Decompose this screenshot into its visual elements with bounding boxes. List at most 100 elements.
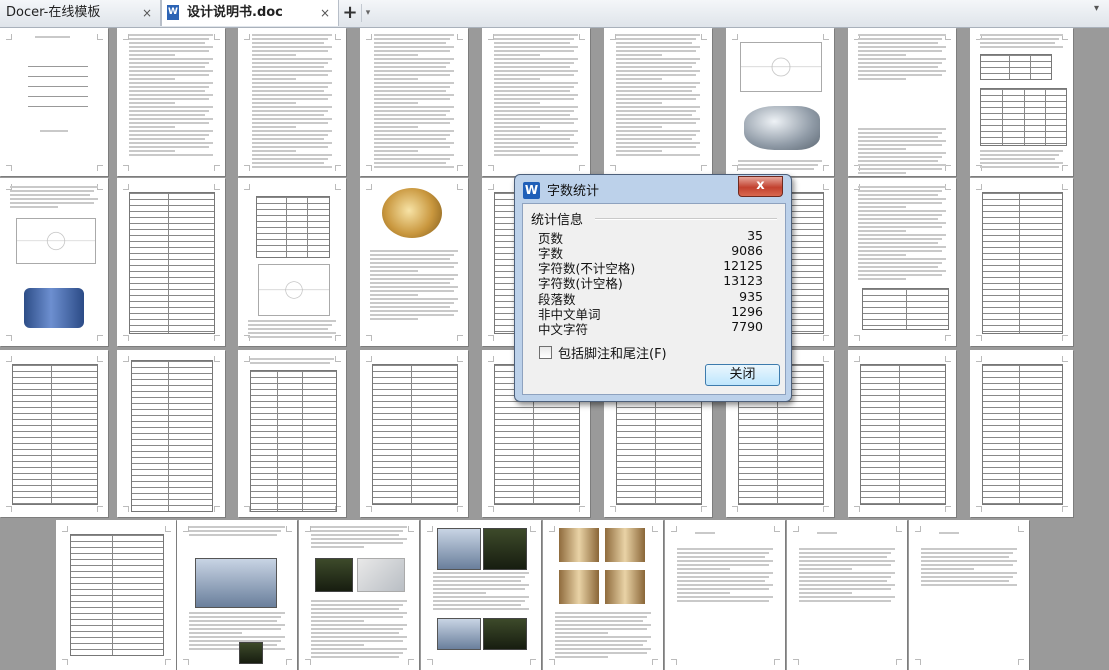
text-line [799, 588, 891, 590]
text-line [252, 38, 328, 40]
tab-docer-templates[interactable]: Docer-在线模板 × [0, 0, 161, 26]
tab-close-icon[interactable]: × [142, 0, 152, 26]
page-thumbnail[interactable] [543, 520, 663, 670]
text-line [494, 82, 578, 84]
text-line [494, 58, 578, 60]
text-line [370, 314, 454, 316]
text-line [248, 320, 336, 322]
page-thumbnail[interactable] [117, 28, 225, 176]
page-thumbnail[interactable] [848, 28, 956, 176]
page-thumbnail[interactable] [421, 520, 541, 670]
page-thumbnail[interactable] [0, 178, 108, 346]
text-line [494, 98, 574, 100]
text-line [555, 612, 651, 614]
page-thumbnail[interactable] [482, 28, 590, 176]
text-line [858, 214, 942, 216]
page-thumbnail[interactable] [970, 350, 1073, 517]
page-thumbnail[interactable] [970, 28, 1073, 176]
page-thumbnail[interactable] [0, 28, 108, 176]
text-line [252, 150, 296, 152]
page-corner-mark [457, 34, 463, 40]
text-line [695, 532, 715, 534]
text-line [616, 118, 700, 120]
page-thumbnail[interactable] [848, 178, 956, 346]
page-corner-mark [701, 165, 707, 171]
page-thumbnail[interactable] [238, 350, 346, 517]
text-line [555, 616, 647, 618]
page-thumbnail[interactable] [360, 350, 468, 517]
stat-value: 935 [739, 289, 763, 304]
text-line [252, 122, 328, 124]
text-line [10, 202, 94, 204]
text-line [252, 158, 328, 160]
new-tab-button[interactable]: + [341, 4, 359, 22]
text-line [129, 134, 209, 136]
text-line [374, 122, 450, 124]
page-thumbnail[interactable] [56, 520, 176, 670]
page-corner-mark [214, 506, 220, 512]
text-line [799, 580, 887, 582]
page-corner-mark [488, 356, 494, 362]
page-thumbnail[interactable] [177, 520, 297, 670]
close-button[interactable]: 关闭 [705, 364, 780, 386]
tab-overflow-icon[interactable]: ▾ [1094, 3, 1099, 14]
stat-value: 13123 [723, 273, 763, 288]
page-corner-mark [97, 356, 103, 362]
page-thumbnail[interactable] [970, 178, 1073, 346]
text-line [817, 532, 837, 534]
page-thumbnail[interactable] [238, 28, 346, 176]
page-thumbnail[interactable] [299, 520, 419, 670]
text-line [858, 258, 946, 260]
page-corner-mark [165, 659, 171, 665]
text-line [494, 110, 574, 112]
include-footnotes-option[interactable]: 包括脚注和尾注(F) [539, 343, 667, 362]
page-corner-mark [6, 506, 12, 512]
tab-bar: Docer-在线模板 × W 设计说明书.doc × + ▾ ▾ [0, 0, 1109, 28]
page-corner-mark [945, 335, 951, 341]
text-line [129, 66, 205, 68]
page-corner-mark [945, 506, 951, 512]
dialog-close-icon[interactable]: x [738, 176, 783, 197]
text-line [433, 600, 525, 602]
text-line [616, 138, 692, 140]
page-thumbnail[interactable] [360, 178, 468, 346]
word-count-dialog: W 字数统计 x 统计信息 页数 35 字数 9086 字符数(不计空格) 12… [514, 174, 792, 402]
table [70, 534, 164, 656]
tab-close-icon[interactable]: × [320, 0, 330, 26]
page-corner-mark [732, 34, 738, 40]
text-line [374, 162, 446, 164]
page-thumbnail[interactable] [787, 520, 907, 670]
text-line [677, 596, 773, 598]
page-thumbnail[interactable] [0, 350, 108, 517]
page-thumbnail[interactable] [909, 520, 1029, 670]
text-line [374, 102, 418, 104]
word-doc-icon: W [167, 5, 179, 20]
text-line [799, 556, 887, 558]
text-line [374, 94, 454, 96]
page-corner-mark [123, 356, 129, 362]
text-line [858, 246, 946, 248]
page-thumbnail[interactable] [117, 178, 225, 346]
text-line [858, 242, 938, 244]
page-thumbnail[interactable] [117, 350, 225, 517]
text-line [433, 584, 529, 586]
text-line [616, 62, 696, 64]
new-tab-dropdown-icon[interactable]: ▾ [361, 4, 374, 22]
include-footnotes-checkbox[interactable] [539, 346, 552, 359]
text-line [799, 584, 895, 586]
text-line [555, 648, 651, 650]
page-thumbnail[interactable] [726, 28, 834, 176]
page-corner-mark [854, 335, 860, 341]
page-corner-mark [97, 34, 103, 40]
page-thumbnail[interactable] [360, 28, 468, 176]
tab-design-doc[interactable]: W 设计说明书.doc × [161, 0, 339, 26]
page-thumbnail[interactable] [238, 178, 346, 346]
page-thumbnail[interactable] [848, 350, 956, 517]
text-line [799, 592, 852, 594]
text-line [494, 38, 574, 40]
text-line [374, 54, 418, 56]
page-thumbnail[interactable] [665, 520, 785, 670]
text-line [252, 70, 332, 72]
page-thumbnail[interactable] [604, 28, 712, 176]
text-line [129, 74, 209, 76]
